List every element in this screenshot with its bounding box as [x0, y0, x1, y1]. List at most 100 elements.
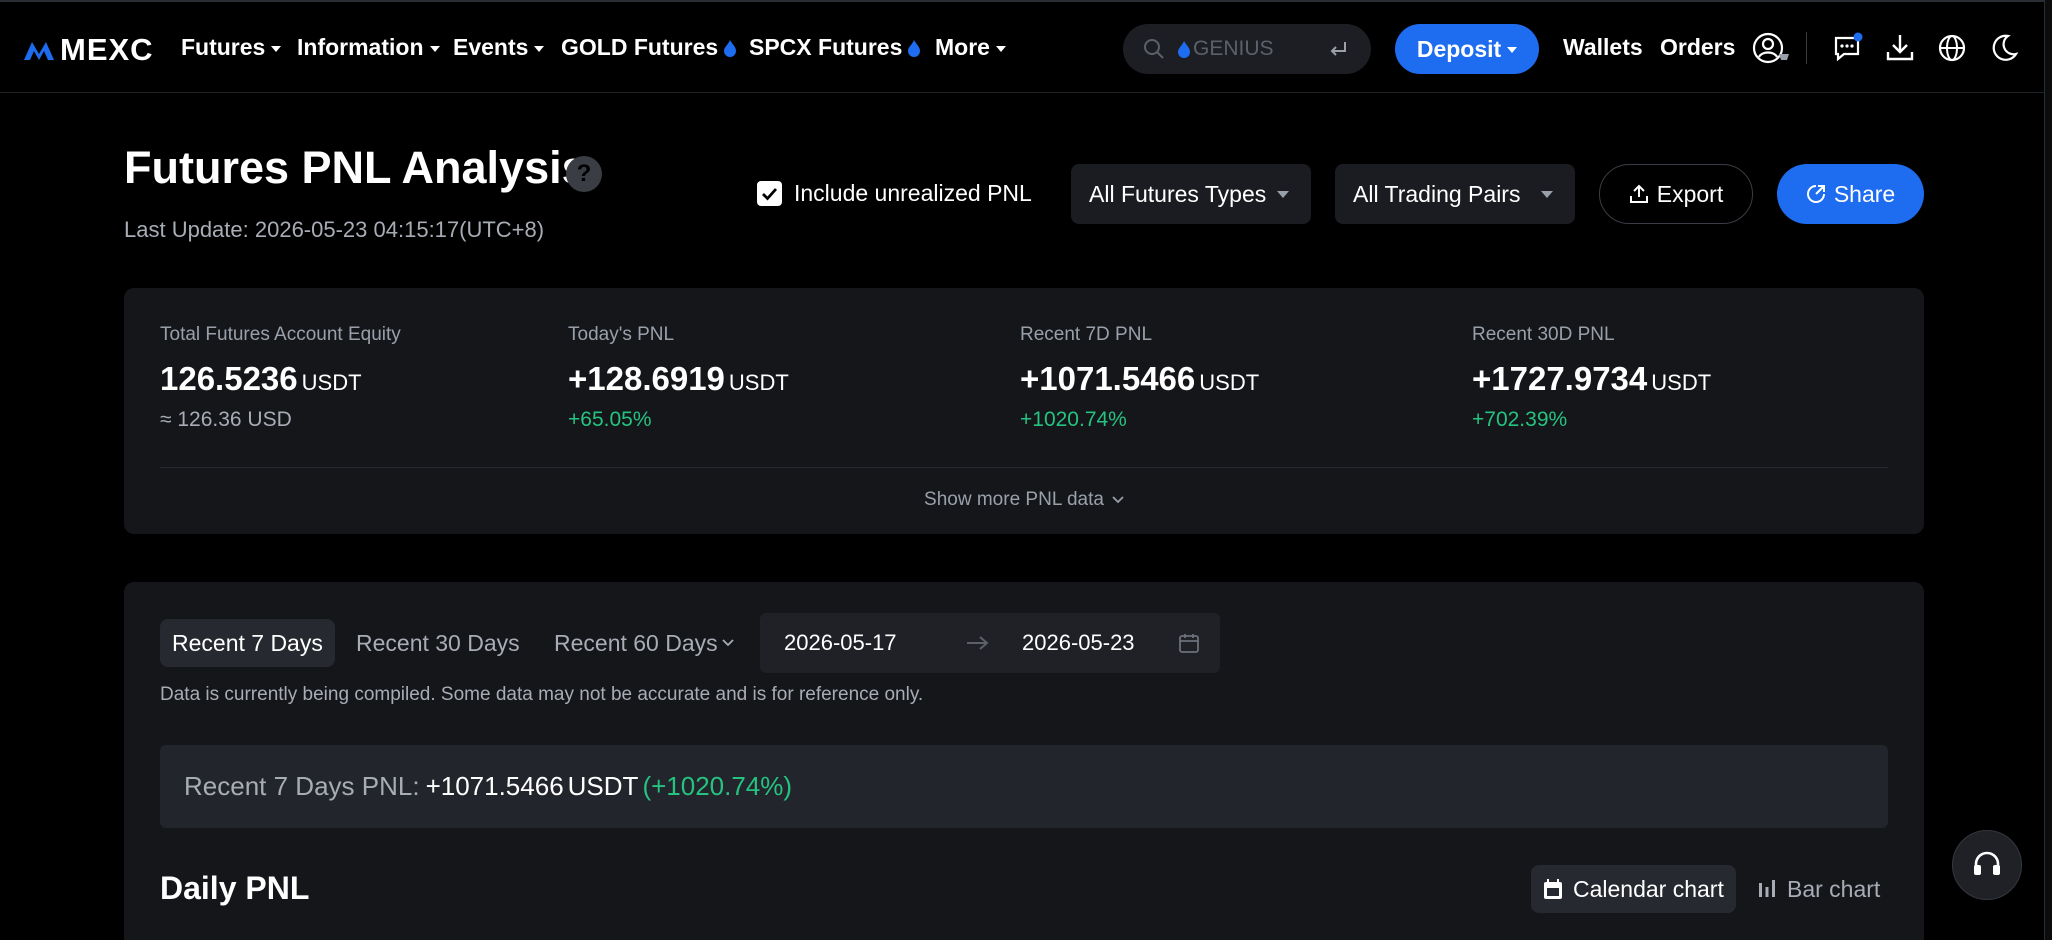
date-range-picker[interactable]: 2026-05-17 2026-05-23	[760, 613, 1220, 673]
card-divider	[160, 467, 1888, 468]
mexc-logo-icon	[24, 42, 54, 60]
chevron-down-icon	[1507, 47, 1518, 53]
tab-recent-7-days[interactable]: Recent 7 Days	[160, 619, 335, 667]
bar-chart-icon	[1759, 880, 1775, 897]
nav-futures[interactable]: Futures	[181, 34, 282, 61]
export-label: Export	[1656, 180, 1724, 207]
show-more-pnl-button[interactable]: Show more PNL data	[124, 478, 1924, 522]
bar-chart-label: Bar chart	[1787, 875, 1881, 902]
start-date[interactable]: 2026-05-17	[784, 630, 897, 656]
search-placeholder: GENIUS	[1193, 37, 1274, 60]
range-pnl-percent: (+1020.74%)	[642, 771, 793, 801]
range-pnl-label: Recent 7 Days PNL:	[184, 771, 420, 801]
data-compiled-note: Data is currently being compiled. Some d…	[160, 684, 924, 705]
last-update: Last Update: 2026-05-23 04:15:17(UTC+8)	[124, 217, 545, 242]
nav-spcx-futures[interactable]: SPCX Futures	[749, 34, 921, 61]
stat-equity: Total Futures Account Equity 126.5236 USD…	[160, 324, 401, 432]
nav-events[interactable]: Events	[453, 34, 545, 61]
calendar-chart-label: Calendar chart	[1573, 875, 1724, 902]
nav-gold-futures-label: GOLD Futures	[561, 34, 719, 60]
logo-text: MEXC	[60, 32, 154, 67]
enter-icon	[1330, 42, 1346, 56]
stat-label: Recent 30D PNL	[1472, 324, 1615, 345]
stat-sub: +1020.74%	[1020, 408, 1127, 431]
upload-icon	[1629, 184, 1648, 203]
futures-types-select[interactable]: All Futures Types	[1071, 164, 1311, 224]
stat-sub: +65.05%	[568, 408, 652, 431]
stat-7d-pnl: Recent 7D PNL +1071.5466 USDT +1020.74%	[1020, 324, 1259, 432]
chevron-down-icon	[429, 45, 440, 52]
export-button[interactable]: Export	[1599, 164, 1753, 224]
stat-label: Total Futures Account Equity	[160, 324, 401, 345]
flame-icon	[1178, 41, 1190, 58]
search-icon	[1144, 39, 1164, 59]
end-date[interactable]: 2026-05-23	[1022, 630, 1135, 656]
flame-icon	[908, 39, 921, 57]
calendar-icon[interactable]	[1178, 632, 1200, 654]
stat-unit: USDT	[301, 370, 362, 395]
window-scrollbar[interactable]	[2044, 0, 2052, 940]
nav-information[interactable]: Information	[297, 34, 440, 61]
range-pnl-value: +1071.5466	[425, 771, 564, 801]
caret-down-icon	[1277, 191, 1289, 198]
calendar-icon	[1544, 879, 1562, 899]
nav-orders-label: Orders	[1660, 34, 1736, 60]
tab-label: Recent 30 Days	[356, 629, 520, 656]
stat-30d-pnl: Recent 30D PNL +1727.9734 USDT +702.39%	[1472, 324, 1711, 432]
nav-more[interactable]: More	[935, 34, 1006, 61]
trading-pairs-value: All Trading Pairs	[1353, 180, 1521, 207]
mexc-logo[interactable]: MEXC	[22, 32, 154, 68]
nav-information-label: Information	[297, 34, 424, 60]
nav-more-label: More	[935, 34, 990, 60]
customer-support-button[interactable]	[1952, 830, 2022, 900]
stat-label: Today's PNL	[568, 324, 675, 345]
chevron-down-icon	[271, 45, 282, 52]
stat-sub: +702.39%	[1472, 408, 1568, 431]
search-input[interactable]: GENIUS	[1123, 24, 1371, 74]
flame-icon	[724, 39, 737, 57]
check-icon	[762, 187, 778, 201]
chevron-down-icon	[995, 45, 1006, 52]
range-pnl-unit: USDT	[567, 771, 639, 801]
tab-label: Recent 60 Days	[554, 629, 718, 656]
calendar-chart-toggle[interactable]: Calendar chart	[1531, 865, 1736, 913]
nav-events-label: Events	[453, 34, 529, 60]
moon-icon[interactable]	[1988, 32, 2020, 64]
share-button[interactable]: Share	[1777, 164, 1924, 224]
stat-today-pnl: Today's PNL +128.6919 USDT +65.05%	[568, 324, 789, 432]
nav-orders[interactable]: Orders	[1660, 34, 1735, 61]
user-icon[interactable]	[1752, 32, 1792, 64]
chevron-down-icon	[534, 45, 545, 52]
stat-value: +128.6919	[568, 360, 725, 397]
pnl-summary-card: Total Futures Account Equity 126.5236 USD…	[124, 288, 1924, 534]
share-label: Share	[1833, 180, 1896, 207]
nav-gold-futures[interactable]: GOLD Futures	[561, 34, 737, 61]
help-icon[interactable]: ?	[566, 156, 602, 192]
chevron-down-icon	[1112, 496, 1124, 504]
stat-unit: USDT	[1651, 370, 1712, 395]
range-pnl-summary: Recent 7 Days PNL: +1071.5466 USDT (+102…	[160, 745, 1888, 828]
caret-down-icon	[1541, 191, 1553, 198]
globe-icon[interactable]	[1936, 32, 1968, 64]
stat-unit: USDT	[728, 370, 789, 395]
stat-sub: ≈ 126.36 USD	[160, 408, 292, 431]
tab-recent-30-days[interactable]: Recent 30 Days	[344, 619, 532, 667]
nav-divider	[1806, 32, 1807, 64]
message-icon[interactable]	[1832, 32, 1864, 64]
arrow-right-icon	[967, 636, 989, 650]
bar-chart-toggle[interactable]: Bar chart	[1745, 865, 1892, 913]
stat-value: +1727.9734	[1472, 360, 1648, 397]
download-icon[interactable]	[1884, 32, 1916, 64]
tab-recent-60-days[interactable]: Recent 60 Days	[542, 619, 746, 667]
include-unrealized-label[interactable]: Include unrealized PNL	[794, 180, 1032, 207]
chevron-down-icon	[722, 639, 734, 647]
tab-label: Recent 7 Days	[172, 629, 323, 656]
pnl-chart-card: Recent 7 Days Recent 30 Days Recent 60 D…	[124, 582, 1924, 940]
include-unrealized-checkbox[interactable]	[757, 181, 782, 206]
stat-unit: USDT	[1199, 370, 1260, 395]
deposit-button[interactable]: Deposit	[1395, 24, 1539, 74]
trading-pairs-select[interactable]: All Trading Pairs	[1335, 164, 1575, 224]
stat-value: 126.5236	[160, 360, 298, 397]
share-icon	[1806, 185, 1825, 203]
nav-wallets[interactable]: Wallets	[1563, 34, 1643, 61]
